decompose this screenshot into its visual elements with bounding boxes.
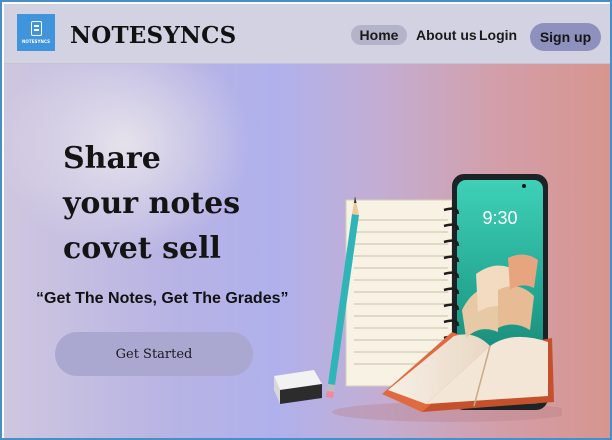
- hero-headline: Share your notes covet sell: [63, 136, 240, 271]
- signup-button[interactable]: Sign up: [530, 23, 601, 51]
- headline-line-3: covet sell: [63, 231, 221, 266]
- nav-about-link[interactable]: About us: [416, 25, 477, 45]
- get-started-button[interactable]: Get Started: [55, 332, 253, 376]
- page-frame: NOTESYNCS NOTESYNCS Home About us Login …: [0, 0, 612, 440]
- phone-logo-icon: [30, 21, 42, 36]
- phone-time: 9:30: [482, 208, 517, 228]
- logo[interactable]: NOTESYNCS: [17, 14, 55, 51]
- brand-name[interactable]: NOTESYNCS: [70, 22, 236, 49]
- headline-line-1: Share: [63, 141, 161, 176]
- headline-line-2: your notes: [63, 186, 241, 221]
- nav-home-link[interactable]: Home: [351, 25, 407, 45]
- nav-login-link[interactable]: Login: [479, 25, 517, 45]
- logo-text: NOTESYNCS: [21, 39, 51, 44]
- hero-section: Share your notes covet sell “Get The Not…: [4, 64, 610, 438]
- eraser: [274, 370, 322, 404]
- hero-illustration: 9:30: [274, 174, 562, 422]
- hero-tagline: “Get The Notes, Get The Grades”: [36, 290, 289, 307]
- navbar: NOTESYNCS NOTESYNCS Home About us Login …: [4, 4, 610, 64]
